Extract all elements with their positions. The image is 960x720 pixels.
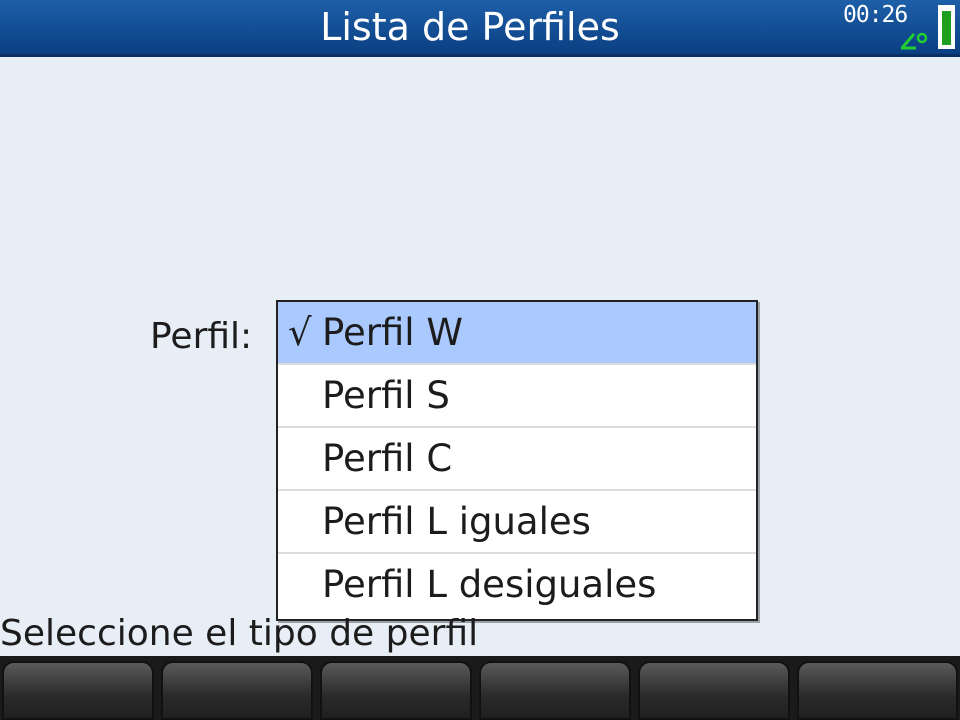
option-perfil-c[interactable]: Perfil C <box>278 428 756 491</box>
softkey-menu-bar <box>0 656 960 720</box>
option-label: Perfil L iguales <box>322 500 591 543</box>
option-label: Perfil C <box>322 437 453 480</box>
option-perfil-w[interactable]: √ Perfil W <box>278 302 756 365</box>
option-label: Perfil W <box>322 311 463 354</box>
option-label: Perfil L desiguales <box>322 563 657 606</box>
option-perfil-s[interactable]: Perfil S <box>278 365 756 428</box>
battery-icon <box>938 5 955 49</box>
option-label: Perfil S <box>322 374 450 417</box>
angle-degree-icon <box>900 32 928 50</box>
profile-dropdown[interactable]: √ Perfil W Perfil S Perfil C Perfil L ig… <box>276 300 758 621</box>
option-perfil-l-desiguales[interactable]: Perfil L desiguales <box>278 554 756 617</box>
softkey-2[interactable] <box>161 661 313 720</box>
status-hint: Seleccione el tipo de perfil <box>0 613 479 654</box>
softkey-6[interactable] <box>797 661 958 720</box>
softkey-5[interactable] <box>638 661 790 720</box>
softkey-1[interactable] <box>2 661 154 720</box>
softkey-4[interactable] <box>479 661 631 720</box>
option-perfil-l-iguales[interactable]: Perfil L iguales <box>278 491 756 554</box>
softkey-3[interactable] <box>320 661 472 720</box>
check-icon: √ <box>288 311 312 354</box>
screen-title: Lista de Perfiles <box>320 5 620 49</box>
profile-label: Perfil: <box>150 316 253 357</box>
title-bar: Lista de Perfiles 00:26 <box>0 0 960 57</box>
clock: 00:26 <box>843 2 908 28</box>
